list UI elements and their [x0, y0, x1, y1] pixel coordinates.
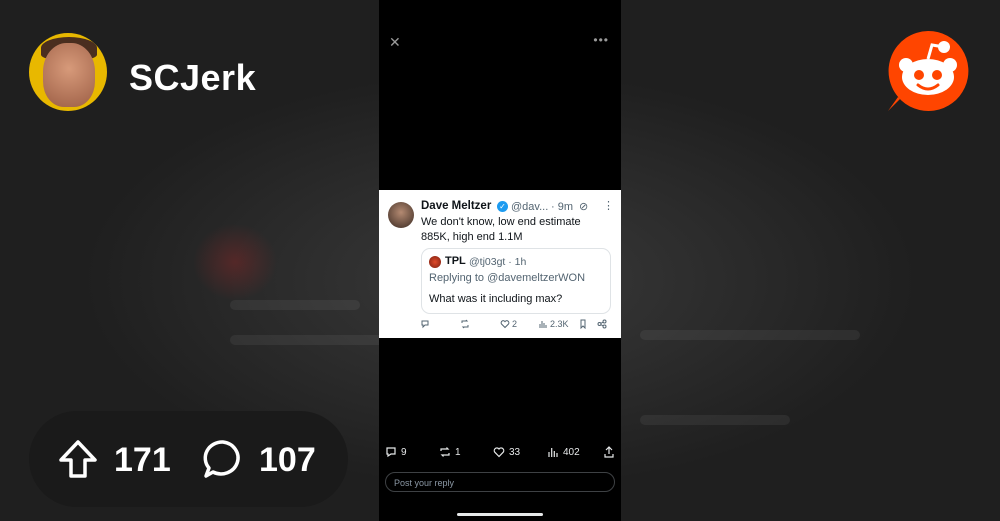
upvote-count: 171 [114, 441, 171, 479]
repost-icon[interactable] [460, 319, 470, 329]
blurred-text [230, 300, 360, 310]
post-actions: 9 1 33 402 [379, 446, 621, 464]
tweet-actions: 2 2.3K [379, 319, 621, 335]
heart-icon [493, 447, 505, 458]
more-icon[interactable]: ••• [593, 33, 609, 47]
blurred-text [640, 330, 860, 340]
close-icon[interactable]: ✕ [389, 34, 401, 51]
blurred-text [640, 415, 790, 425]
tweet-author-avatar[interactable] [388, 202, 414, 228]
quote-author-handle: @tj03gt · 1h [469, 256, 527, 268]
community-avatar[interactable] [29, 33, 107, 111]
comment-icon[interactable] [202, 438, 244, 480]
views-button[interactable]: 402 [547, 446, 580, 458]
post-stats: 171 107 [29, 411, 348, 507]
bookmark-icon[interactable] [578, 319, 588, 329]
repost-button[interactable]: 1 [439, 446, 461, 458]
quoted-tweet[interactable]: TPL @tj03gt · 1h Replying to @davemeltze… [421, 248, 611, 314]
views-icon [539, 321, 547, 328]
blurred-text [230, 335, 390, 345]
quote-author-avatar [429, 256, 441, 268]
comment-count: 107 [259, 441, 316, 479]
verified-badge-icon: ✓ [497, 201, 508, 212]
like-button[interactable]: 33 [493, 446, 520, 458]
share-icon[interactable] [603, 446, 615, 458]
views-icon [548, 448, 558, 457]
community-name[interactable]: SCJerk [129, 57, 256, 99]
share-icon[interactable] [597, 319, 607, 329]
tweet-author-handle[interactable]: @dav... [511, 201, 548, 213]
reply-icon[interactable] [420, 319, 430, 329]
reply-button[interactable]: 9 [385, 446, 407, 458]
quote-author-name: TPL [445, 255, 466, 267]
like-button[interactable]: 2 [500, 319, 517, 329]
tweet-author-name[interactable]: Dave Meltzer [421, 200, 491, 212]
reddit-snoo-icon[interactable] [884, 27, 972, 115]
embedded-tweet: Dave Meltzer ✓ @dav... · 9m ⊘ ⋮ We don't… [379, 190, 621, 338]
tweet-text: We don't know, low end estimate 885K, hi… [421, 216, 581, 243]
home-indicator [457, 513, 543, 516]
reply-input[interactable]: Post your reply [385, 472, 615, 492]
phone-screenshot: ✕ ••• Dave Meltzer ✓ @dav... · 9m ⊘ ⋮ We… [379, 0, 621, 521]
like-count: 2 [512, 319, 518, 329]
quote-text: What was it including max? [429, 293, 563, 305]
like-count: 33 [509, 446, 521, 458]
tweet-time: · 9m [551, 201, 573, 213]
grok-icon[interactable]: ⊘ [579, 200, 588, 213]
reply-icon [386, 447, 396, 458]
reply-count: 9 [401, 446, 407, 458]
quote-replying-to: Replying to @davemeltzerWON [429, 272, 586, 284]
repost-count: 1 [455, 446, 461, 458]
view-count: 2.3K [550, 319, 569, 329]
view-count: 402 [563, 446, 580, 458]
heart-icon [500, 320, 510, 329]
repost-icon [440, 447, 450, 457]
views-button[interactable]: 2.3K [538, 319, 569, 329]
upvote-icon[interactable] [57, 438, 99, 480]
avatar-face [43, 43, 95, 107]
tweet-menu-icon[interactable]: ⋮ [603, 199, 614, 212]
